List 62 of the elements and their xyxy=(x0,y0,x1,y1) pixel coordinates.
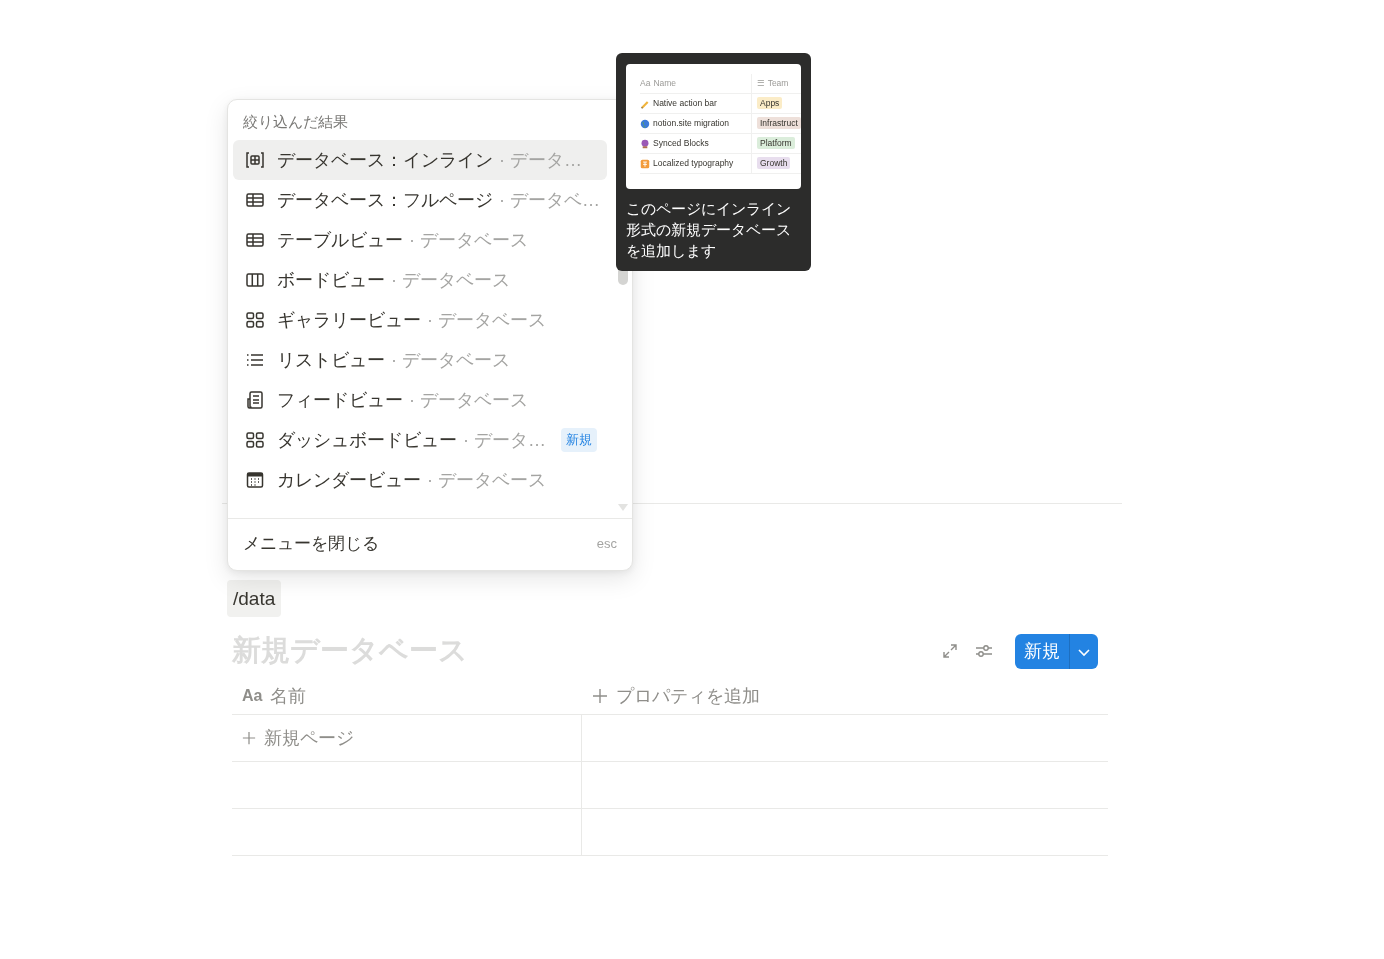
close-menu-label[interactable]: メニューを閉じる xyxy=(243,531,379,557)
column-icon: ☰ xyxy=(757,77,765,90)
row-name: notion.site migration xyxy=(653,117,730,130)
menu-item[interactable]: データベース：インライン · データ… xyxy=(233,140,607,180)
expand-icon xyxy=(942,643,958,659)
gallery-icon xyxy=(245,430,265,450)
menu-item[interactable]: リストビュー · データベース xyxy=(233,340,607,380)
item-hint: · データベース xyxy=(409,388,528,412)
menu-item[interactable]: ダッシュボードビュー · データ… 新規 xyxy=(233,420,607,460)
plus-icon xyxy=(592,688,608,704)
item-hint: · データベース xyxy=(427,468,546,492)
item-label: リストビュー xyxy=(277,348,385,372)
inline-database-icon xyxy=(245,150,265,170)
item-label: テーブルビュー xyxy=(277,228,403,252)
team-tag: Growth xyxy=(757,157,791,170)
new-badge: 新規 xyxy=(561,428,597,452)
team-tag: Apps xyxy=(757,97,783,110)
table-icon xyxy=(245,230,265,250)
tooltip-text: このページにインライン形式の新規データベースを追加します xyxy=(626,199,792,261)
globe-icon xyxy=(640,118,650,129)
text-type-icon: Aa xyxy=(242,684,263,708)
item-label: ダッシュボードビュー xyxy=(277,428,457,452)
item-label: データベース：フルページ xyxy=(277,188,493,212)
menu-item[interactable]: テーブルビュー · データベース xyxy=(233,220,607,260)
crystal-ball-icon xyxy=(640,138,650,149)
sliders-icon xyxy=(975,643,993,659)
item-label: フィードビュー xyxy=(277,388,403,412)
calendar-icon xyxy=(245,470,265,490)
gallery-icon xyxy=(245,310,265,330)
menu-heading: 絞り込んだ結果 xyxy=(242,112,349,132)
column-label: 名前 xyxy=(270,684,307,708)
character-tile-icon xyxy=(640,158,650,169)
column-header: Team xyxy=(767,77,789,90)
menu-item[interactable]: データベース：フルページ · データベ… xyxy=(233,180,607,220)
board-icon xyxy=(245,270,265,290)
row-name: Localized typography xyxy=(653,157,734,170)
table-icon xyxy=(245,190,265,210)
menu-item[interactable]: カレンダービュー · データベース xyxy=(233,460,607,500)
item-hint: · データベース xyxy=(427,308,546,332)
team-tag: Platform xyxy=(757,137,795,150)
column-header: Name xyxy=(653,77,677,90)
item-hint: · データベース xyxy=(391,348,510,372)
plus-icon xyxy=(242,731,256,745)
menu-item[interactable]: フィードビュー · データベース xyxy=(233,380,607,420)
shortcut-hint: esc xyxy=(596,535,617,554)
item-hint: · データベ… xyxy=(499,188,600,212)
feed-icon xyxy=(245,390,265,410)
command-text: /data xyxy=(227,580,282,617)
column-icon: Aa xyxy=(640,77,651,90)
row-name: Synced Blocks xyxy=(653,137,709,150)
team-tag: Infrastruct xyxy=(757,117,801,130)
item-label: ボードビュー xyxy=(277,268,385,292)
menu-item[interactable]: ギャラリービュー · データベース xyxy=(233,300,607,340)
item-label: データベース：インライン xyxy=(277,148,493,172)
item-label: ギャラリービュー xyxy=(277,308,421,332)
item-hint: · データベース xyxy=(391,268,510,292)
item-hint: · データ… xyxy=(463,428,546,452)
row-name: Native action bar xyxy=(653,97,717,110)
menu-item[interactable]: ボードビュー · データベース xyxy=(233,260,607,300)
item-label: カレンダービュー xyxy=(277,468,421,492)
item-hint: · データ… xyxy=(499,148,582,172)
item-hint: · データベース xyxy=(409,228,528,252)
